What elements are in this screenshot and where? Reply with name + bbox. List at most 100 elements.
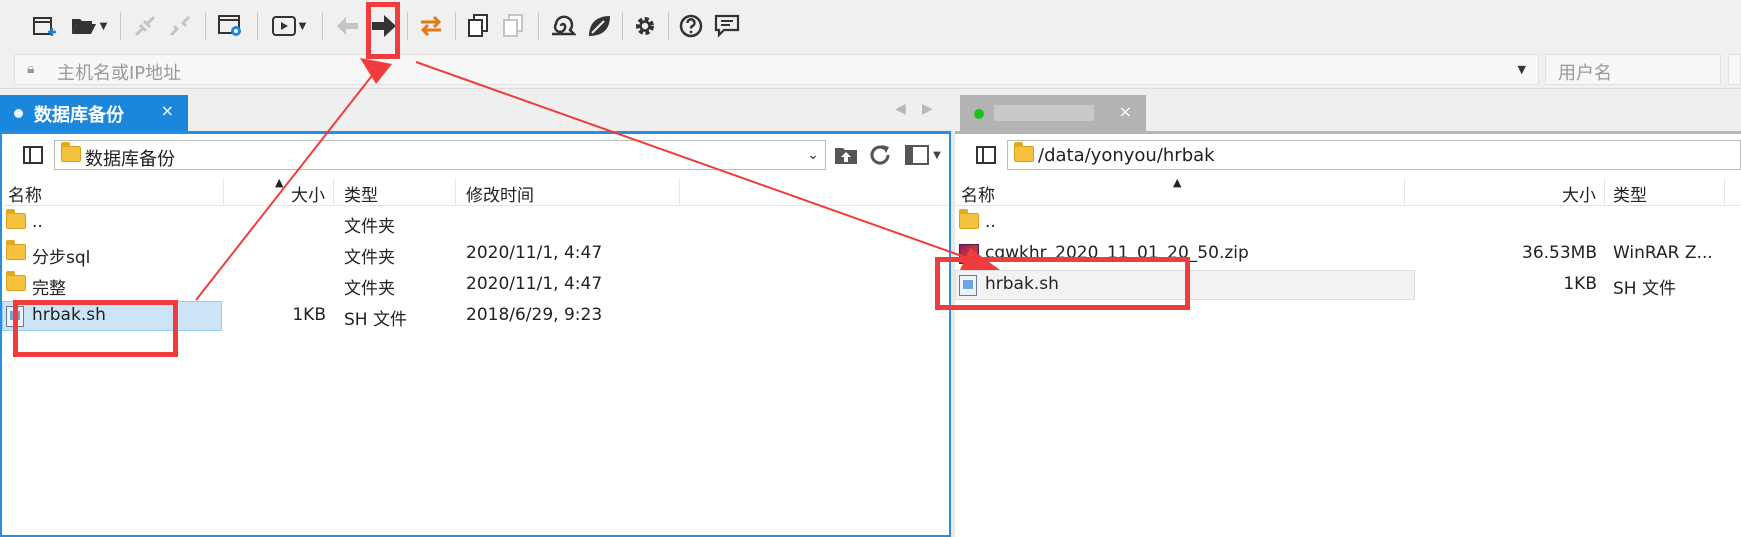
host-placeholder: 主机名或IP地址 <box>57 63 182 84</box>
col-name[interactable]: 名称 <box>2 178 224 206</box>
col-name-label: 名称 <box>961 186 995 206</box>
refresh-icon[interactable] <box>864 140 896 170</box>
file-type: 文件夹 <box>344 217 395 237</box>
file-name: .. <box>985 212 996 232</box>
tab-prev-icon[interactable]: ◀ <box>895 101 906 117</box>
play-icon <box>271 16 296 36</box>
col-type-label: 类型 <box>1613 186 1647 206</box>
remote-column-headers: 名称 ▲ 大小 类型 <box>955 176 1741 206</box>
sort-asc-icon: ▲ <box>1173 176 1182 189</box>
file-size: 36.53MB <box>1522 243 1597 263</box>
back-arrow-icon[interactable] <box>332 10 362 42</box>
play-dropdown[interactable]: ▼ <box>266 10 312 42</box>
leaf-icon[interactable] <box>584 10 614 42</box>
folder-icon <box>1014 142 1034 162</box>
file-size: 1KB <box>292 305 326 325</box>
tab-next-icon[interactable]: ▶ <box>922 101 933 117</box>
script-file-icon <box>6 306 24 327</box>
view-mode-dropdown[interactable]: ▼ <box>898 140 948 170</box>
col-type[interactable]: 类型 <box>1605 178 1725 206</box>
list-item[interactable]: 分步sql 文件夹 2020/11/1, 4:47 <box>2 239 949 269</box>
file-name: .. <box>32 212 43 232</box>
forward-arrow-icon[interactable] <box>368 10 400 42</box>
toggle-pane-icon[interactable] <box>18 140 48 170</box>
list-item[interactable]: 完整 文件夹 2020/11/1, 4:47 <box>2 270 949 300</box>
col-size-label: 大小 <box>1562 186 1596 206</box>
col-size[interactable]: 大小 <box>1405 178 1605 206</box>
folder-icon <box>61 142 81 162</box>
file-name: cqwkhr_2020_11_01_20_50.zip <box>985 243 1249 263</box>
file-name: hrbak.sh <box>32 305 106 325</box>
winrar-zip-icon <box>959 244 979 264</box>
list-item-selected[interactable]: hrbak.sh 1KB SH 文件 2018/6/29, 9:23 <box>2 301 949 331</box>
col-name-label: 名称 <box>8 186 42 206</box>
col-size[interactable]: 大小 <box>224 178 334 206</box>
file-modified: 2018/6/29, 9:23 <box>466 305 603 325</box>
copy-icon[interactable] <box>463 10 493 42</box>
connected-status-dot <box>974 109 984 119</box>
col-type-label: 类型 <box>344 186 378 206</box>
tab-remote-session[interactable]: × <box>960 95 1146 131</box>
disconnect-icon[interactable] <box>165 10 195 42</box>
new-session-icon[interactable] <box>30 10 60 42</box>
chevron-down-icon[interactable]: ▼ <box>1518 63 1526 76</box>
gear-icon[interactable] <box>630 10 660 42</box>
local-column-headers: 名称 ▲ 大小 类型 修改时间 <box>2 176 949 206</box>
file-type: SH 文件 <box>1613 279 1676 299</box>
file-name: hrbak.sh <box>985 274 1059 294</box>
file-type: WinRAR Z... <box>1613 243 1713 263</box>
chevron-down-icon: ▼ <box>933 149 941 161</box>
username-placeholder: 用户名 <box>1558 63 1612 84</box>
list-item-selected[interactable]: hrbak.sh 1KB SH 文件 <box>955 270 1741 300</box>
file-size: 1KB <box>1563 274 1597 294</box>
host-input[interactable]: 🔒︎ 主机名或IP地址 ▼ <box>14 54 1539 85</box>
col-modified[interactable]: 修改时间 <box>456 178 680 206</box>
connect-icon[interactable] <box>130 10 160 42</box>
chevron-down-icon[interactable]: ⌄ <box>807 147 819 163</box>
paste-icon[interactable] <box>498 10 528 42</box>
remote-file-panel: /data/yonyou/hrbak 名称 ▲ 大小 类型 .. cqwkhr_… <box>955 131 1741 537</box>
list-item[interactable]: cqwkhr_2020_11_01_20_50.zip 36.53MB WinR… <box>955 239 1741 269</box>
script-file-icon <box>959 275 977 296</box>
local-path-input[interactable]: 数据库备份 ⌄ <box>54 140 826 170</box>
tab-label: 数据库备份 <box>34 105 124 126</box>
open-folder-dropdown[interactable]: ▼ <box>66 10 112 42</box>
close-icon[interactable]: × <box>1119 102 1132 121</box>
file-name: 分步sql <box>32 248 91 268</box>
username-input[interactable]: 用户名 <box>1545 54 1721 85</box>
lock-icon: 🔒︎ <box>27 61 35 77</box>
chevron-down-icon: ▼ <box>99 20 108 32</box>
folder-icon <box>959 209 979 229</box>
file-modified: 2020/11/1, 4:47 <box>466 274 603 294</box>
remote-path-text: /data/yonyou/hrbak <box>1038 145 1215 166</box>
open-folder-icon <box>71 19 96 34</box>
sync-arrows-icon[interactable] <box>415 10 447 42</box>
local-path-text: 数据库备份 <box>85 149 175 170</box>
list-item[interactable]: .. 文件夹 <box>2 208 949 238</box>
close-icon[interactable]: × <box>161 101 174 120</box>
local-file-panel: 数据库备份 ⌄ ▼ 名称 ▲ 大小 类型 修改时间 .. 文件夹 分步sql 文… <box>0 131 951 537</box>
tab-strip: 数据库备份 × ◀ ▶ × <box>0 89 1741 131</box>
session-settings-icon[interactable] <box>215 10 247 42</box>
folder-icon <box>6 209 26 229</box>
password-input[interactable] <box>1728 54 1741 85</box>
col-modified-label: 修改时间 <box>466 186 534 206</box>
file-type: 文件夹 <box>344 279 395 299</box>
chat-icon[interactable] <box>712 10 742 42</box>
folder-icon <box>6 271 26 291</box>
parent-folder-icon[interactable] <box>830 140 862 170</box>
toggle-pane-icon[interactable] <box>971 140 1001 170</box>
spiral-icon[interactable] <box>548 10 578 42</box>
address-bar: 🔒︎ 主机名或IP地址 ▼ 用户名 <box>0 50 1741 89</box>
chevron-down-icon: ▼ <box>298 20 307 32</box>
main-toolbar: ▼ ▼ <box>0 0 1741 50</box>
tab-status-dot <box>14 109 23 118</box>
file-type: 文件夹 <box>344 248 395 268</box>
help-icon[interactable] <box>676 10 706 42</box>
tab-local-backup[interactable]: 数据库备份 × <box>0 95 188 131</box>
col-type[interactable]: 类型 <box>334 178 456 206</box>
list-item[interactable]: .. <box>955 208 1741 238</box>
file-type: SH 文件 <box>344 310 407 330</box>
folder-icon <box>6 240 26 260</box>
remote-path-input[interactable]: /data/yonyou/hrbak <box>1007 140 1741 170</box>
